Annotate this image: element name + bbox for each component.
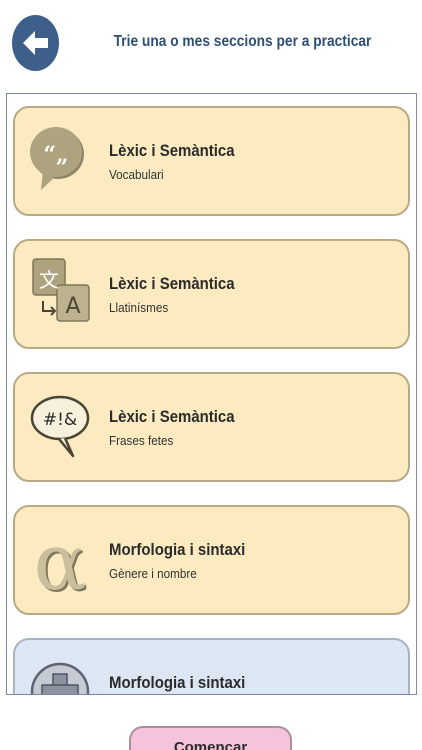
svg-text:文: 文 xyxy=(39,268,59,292)
card-title: Lèxic i Semàntica xyxy=(109,407,235,426)
card-title: Lèxic i Semàntica xyxy=(109,274,235,293)
header: Trie una o mes seccions per a practicar xyxy=(0,0,422,90)
quote-bubble-icon: “„ xyxy=(29,118,91,204)
card-subtitle: Gènere i nombre xyxy=(109,566,197,581)
card-title: Morfologia i sintaxi xyxy=(109,540,246,559)
section-card-genere-nombre[interactable]: α α Morfologia i sintaxi Gènere i nombre xyxy=(13,505,410,615)
section-card-morfologia[interactable]: Morfologia i sintaxi xyxy=(13,638,410,694)
page-title: Trie una o mes seccions per a practicar xyxy=(113,33,372,50)
card-title: Lèxic i Semàntica xyxy=(109,141,235,160)
card-title: Morfologia i sintaxi xyxy=(109,673,246,692)
svg-text:α: α xyxy=(34,518,87,603)
translate-icon: 文 A xyxy=(29,251,91,337)
section-card-llatinismes[interactable]: 文 A Lèxic i Semàntica Llatinísmes xyxy=(13,239,410,349)
svg-text:#!&: #!& xyxy=(43,410,77,430)
card-subtitle: Vocabulari xyxy=(109,167,164,182)
alpha-icon: α α xyxy=(29,517,91,610)
start-button[interactable]: Començar xyxy=(129,726,292,750)
arrow-left-icon xyxy=(23,31,48,55)
plus-circle-icon xyxy=(29,650,91,694)
start-button-label: Començar xyxy=(173,739,248,750)
exclamation-bubble-icon: #!& xyxy=(29,384,91,470)
section-card-frases-fetes[interactable]: #!& Lèxic i Semàntica Frases fetes xyxy=(13,372,410,482)
section-card-vocabulari[interactable]: “„ Lèxic i Semàntica Vocabulari xyxy=(13,106,410,216)
card-subtitle: Frases fetes xyxy=(109,433,174,448)
back-button[interactable] xyxy=(12,15,59,71)
section-list[interactable]: “„ Lèxic i Semàntica Vocabulari 文 A Lèxi… xyxy=(6,93,417,695)
svg-text:A: A xyxy=(65,294,80,319)
card-subtitle: Llatinísmes xyxy=(109,300,169,315)
svg-text:“„: “„ xyxy=(43,142,68,168)
